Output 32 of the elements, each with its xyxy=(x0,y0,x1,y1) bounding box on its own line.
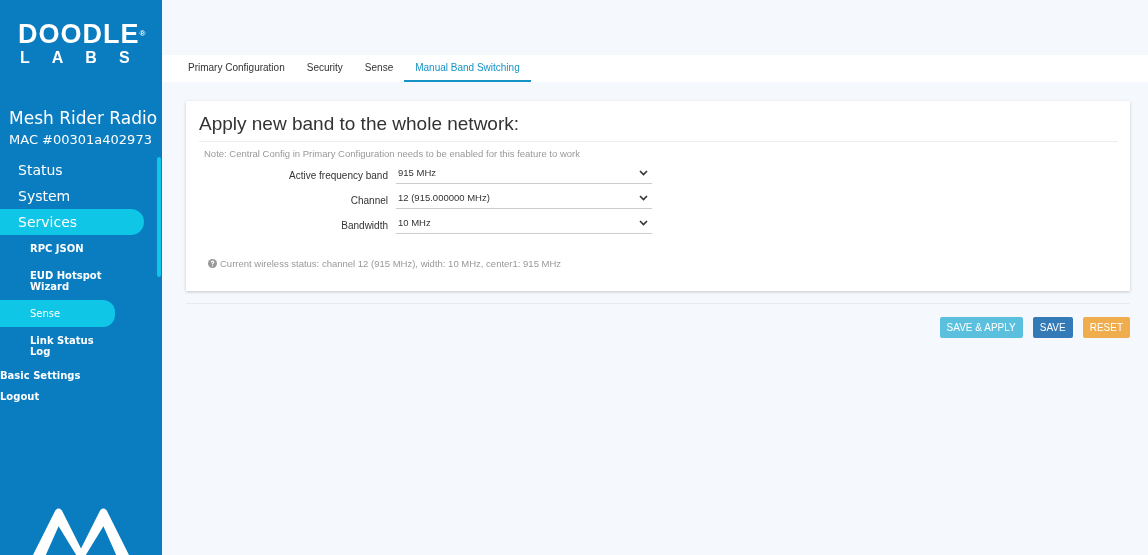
tab[interactable]: Security xyxy=(295,55,354,82)
dropdown[interactable]: 12 (915.000000 MHz) xyxy=(396,192,652,209)
logo-subtext: LABS xyxy=(20,48,153,68)
dropdown[interactable]: 10 MHz xyxy=(396,217,652,234)
logo-text: DOODLE xyxy=(18,19,140,49)
note-text: Note: Central Config in Primary Configuration needs to be enabled for this feature to work xyxy=(204,148,581,159)
chevron-down-icon xyxy=(639,169,648,176)
nav-item[interactable]: Basic Settings xyxy=(0,365,162,386)
chevron-down-icon xyxy=(639,219,648,226)
tab[interactable]: Sense xyxy=(353,55,405,82)
field-label: Active frequency band xyxy=(288,170,389,181)
nav-item[interactable]: EUD Hotspot Wizard xyxy=(0,262,115,300)
nav-item[interactable]: Status xyxy=(0,157,144,183)
dropdown[interactable]: 915 MHz xyxy=(396,167,652,184)
nav-item[interactable]: Link Status Log xyxy=(0,327,115,365)
nav-item[interactable]: RPC JSON xyxy=(0,235,115,262)
help-icon xyxy=(208,259,217,268)
tab[interactable]: Primary Configuration xyxy=(177,55,296,82)
status-text: Current wireless status: channel 12 (915 MHz), width: 10 MHz, center1: 915 MHz xyxy=(220,258,562,269)
scrollbar[interactable] xyxy=(157,157,161,277)
nav-item[interactable]: Logout xyxy=(0,386,162,407)
nav-item[interactable]: System xyxy=(0,183,144,209)
section-title: Apply new band to the whole network: xyxy=(199,113,1118,142)
device-name: Mesh Rider Radio xyxy=(9,108,159,128)
field-label: Channel xyxy=(349,195,389,206)
tab[interactable]: Manual Band Switching xyxy=(404,55,531,82)
chevron-down-icon xyxy=(639,194,648,201)
mac-address: MAC #00301a402973 xyxy=(9,132,153,147)
action-button[interactable]: SAVE xyxy=(1032,317,1073,338)
field-label: Bandwidth xyxy=(340,220,389,231)
registered-mark: ® xyxy=(139,29,147,38)
ribbon-logo-icon xyxy=(33,507,129,555)
